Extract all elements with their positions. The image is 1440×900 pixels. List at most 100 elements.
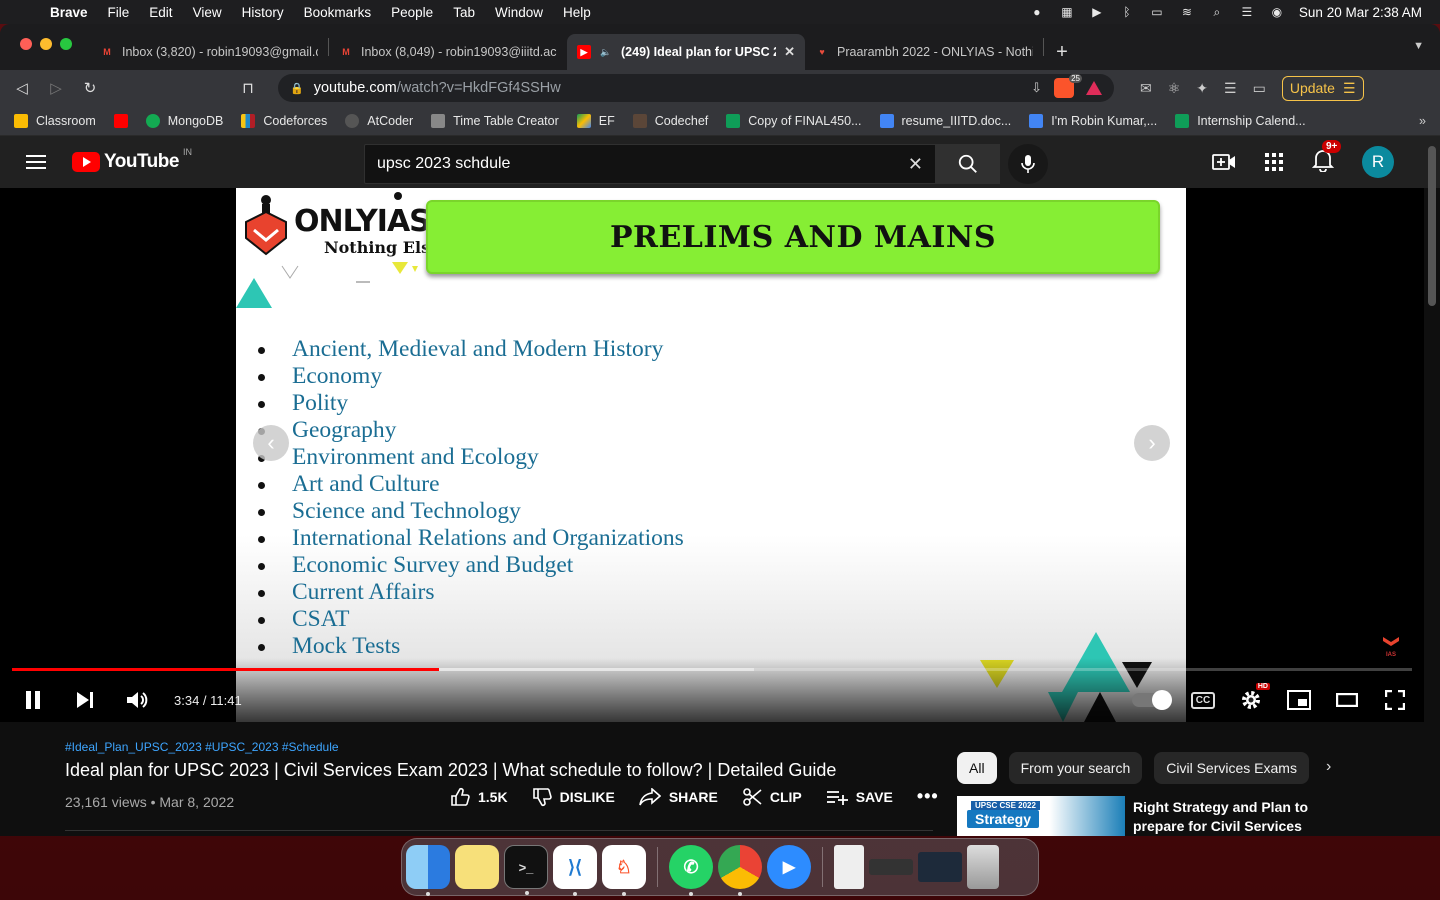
grammarly-icon[interactable]: ● bbox=[1029, 5, 1045, 19]
more-bookmarks-icon[interactable]: » bbox=[1419, 114, 1426, 128]
youtube-logo[interactable]: YouTube IN bbox=[72, 147, 192, 173]
theater-mode-button[interactable] bbox=[1334, 687, 1360, 713]
create-video-icon[interactable] bbox=[1212, 152, 1236, 172]
lock-icon[interactable]: 🔒 bbox=[290, 82, 304, 95]
bookmark-mongodb[interactable]: MongoDB bbox=[145, 113, 223, 128]
install-app-icon[interactable]: ⇩ bbox=[1031, 80, 1042, 96]
menu-help[interactable]: Help bbox=[553, 5, 601, 20]
bookmark-classroom[interactable]: Classroom bbox=[14, 113, 96, 128]
menu-view[interactable]: View bbox=[183, 5, 232, 20]
tab-gmail-personal[interactable]: M Inbox (3,820) - robin19093@gmail.c bbox=[90, 34, 328, 70]
mute-button[interactable] bbox=[124, 687, 150, 713]
tab-search-chevron-icon[interactable]: ▼ bbox=[1413, 40, 1424, 52]
miniplayer-button[interactable] bbox=[1286, 687, 1312, 713]
bookmark-final450[interactable]: Copy of FINAL450... bbox=[726, 113, 862, 128]
video-hashtags[interactable]: #Ideal_Plan_UPSC_2023 #UPSC_2023 #Schedu… bbox=[65, 740, 339, 754]
back-icon[interactable]: ◁ bbox=[12, 79, 32, 97]
menu-window[interactable]: Window bbox=[485, 5, 553, 20]
menu-edit[interactable]: Edit bbox=[139, 5, 182, 20]
search-input[interactable]: upsc 2023 schdule ✕ bbox=[364, 144, 936, 184]
reload-icon[interactable]: ↻ bbox=[80, 79, 100, 97]
save-button[interactable]: SAVE bbox=[826, 789, 893, 805]
menu-app-name[interactable]: Brave bbox=[40, 5, 98, 20]
bookmark-ef[interactable]: EF bbox=[576, 113, 615, 128]
menu-bookmarks[interactable]: Bookmarks bbox=[294, 5, 382, 20]
brave-browser-icon[interactable]: ♘ bbox=[602, 845, 646, 896]
stickies-icon[interactable] bbox=[455, 845, 499, 889]
chips-next-chevron-icon[interactable]: › bbox=[1326, 758, 1331, 776]
wifi-icon[interactable]: ≋ bbox=[1179, 5, 1195, 19]
zoom-icon[interactable]: ▶ bbox=[767, 845, 811, 889]
clear-search-icon[interactable]: ✕ bbox=[908, 154, 923, 175]
speaker-icon[interactable]: 🔈 bbox=[599, 45, 613, 59]
chip-all[interactable]: All bbox=[957, 752, 997, 784]
zoom-window-button[interactable] bbox=[60, 38, 72, 50]
chrome-icon[interactable] bbox=[718, 845, 762, 896]
media-queue-icon[interactable]: ☰ bbox=[1224, 80, 1237, 97]
notifications-button[interactable]: 9+ bbox=[1311, 139, 1342, 177]
tab-onlyias[interactable]: ♥ Praarambh 2022 - ONLYIAS - Nothi bbox=[805, 34, 1043, 70]
address-bar[interactable]: 🔒 youtube.com/watch?v=HkdFGf4SSHw ⇩ 25 bbox=[278, 74, 1114, 102]
settings-button[interactable]: HD bbox=[1238, 683, 1270, 713]
update-button[interactable]: Update ☰ bbox=[1281, 75, 1364, 101]
spotlight-search-icon[interactable]: ⌕ bbox=[1209, 5, 1225, 19]
chip-civil-services-exams[interactable]: Civil Services Exams bbox=[1154, 752, 1309, 784]
vscode-icon[interactable]: ⟩⟨ bbox=[553, 845, 597, 896]
apps-grid-icon[interactable] bbox=[1264, 152, 1284, 172]
clip-button[interactable]: CLIP bbox=[742, 787, 802, 807]
whatsapp-icon[interactable]: ✆ bbox=[669, 845, 713, 896]
share-button[interactable]: SHARE bbox=[639, 787, 718, 806]
brave-rewards-icon[interactable] bbox=[1086, 81, 1102, 95]
next-slide-chevron-icon[interactable]: › bbox=[1134, 425, 1170, 461]
finder-icon[interactable] bbox=[406, 845, 450, 896]
channel-watermark[interactable]: IAS bbox=[1382, 634, 1400, 658]
menu-clock[interactable]: Sun 20 Mar 2:38 AM bbox=[1299, 5, 1422, 20]
account-avatar[interactable]: R bbox=[1362, 146, 1394, 178]
close-window-button[interactable] bbox=[20, 38, 32, 50]
menu-file[interactable]: File bbox=[98, 5, 140, 20]
document-thumbnail-icon[interactable] bbox=[834, 845, 864, 889]
extensions-icon[interactable]: ✦ bbox=[1196, 80, 1208, 97]
recommended-video-thumbnail[interactable]: UPSC CSE 2022 Strategy bbox=[957, 796, 1125, 836]
hamburger-menu-icon[interactable] bbox=[26, 155, 46, 169]
minimize-window-button[interactable] bbox=[40, 38, 52, 50]
video-player[interactable]: ONLYIAS Nothing Else PRELIMS AND MAINS A… bbox=[0, 188, 1424, 722]
voice-search-button[interactable] bbox=[1008, 144, 1048, 184]
menu-history[interactable]: History bbox=[232, 5, 294, 20]
fullscreen-button[interactable] bbox=[1382, 687, 1408, 713]
bookmark-resume[interactable]: resume_IIITD.doc... bbox=[879, 113, 1011, 128]
bookmark-youtube[interactable] bbox=[113, 113, 128, 128]
new-tab-button[interactable]: + bbox=[1044, 34, 1080, 70]
media-play-icon[interactable]: ▶ bbox=[1089, 5, 1105, 19]
wallet-icon[interactable]: ▭ bbox=[1253, 80, 1266, 97]
brave-shields-icon[interactable]: 25 bbox=[1054, 74, 1082, 98]
bookmark-codeforces[interactable]: Codeforces bbox=[241, 113, 327, 128]
bookmark-internship[interactable]: Internship Calend... bbox=[1175, 113, 1306, 128]
bluetooth-icon[interactable]: ᛒ bbox=[1119, 5, 1135, 19]
bookmark-icon[interactable]: ⊓ bbox=[238, 79, 258, 97]
tab-youtube-active[interactable]: ▶ 🔈 (249) Ideal plan for UPSC 20 ✕ bbox=[567, 34, 805, 70]
bookmark-timetable[interactable]: Time Table Creator bbox=[431, 113, 559, 128]
progress-bar[interactable] bbox=[12, 668, 1412, 671]
menu-people[interactable]: People bbox=[381, 5, 443, 20]
battery-icon[interactable]: ▭ bbox=[1149, 5, 1165, 19]
next-video-button[interactable] bbox=[72, 687, 98, 713]
react-devtools-icon[interactable]: ⚛ bbox=[1168, 80, 1181, 97]
dislike-button[interactable]: DISLIKE bbox=[532, 787, 615, 807]
page-scrollbar[interactable] bbox=[1428, 146, 1436, 306]
bookmark-robin[interactable]: I'm Robin Kumar,... bbox=[1029, 113, 1157, 128]
forward-icon[interactable]: ▷ bbox=[46, 79, 66, 97]
close-tab-icon[interactable]: ✕ bbox=[784, 44, 795, 60]
autoplay-toggle[interactable] bbox=[1132, 690, 1172, 710]
control-center-icon[interactable]: ☰ bbox=[1239, 5, 1255, 19]
chip-from-your-search[interactable]: From your search bbox=[1008, 752, 1143, 784]
previous-slide-chevron-icon[interactable]: ‹ bbox=[253, 425, 289, 461]
menu-tab[interactable]: Tab bbox=[443, 5, 485, 20]
search-button[interactable] bbox=[936, 144, 1000, 184]
trash-icon[interactable] bbox=[967, 845, 999, 889]
terminal-icon[interactable]: >_ bbox=[504, 845, 548, 895]
window-preview-icon[interactable] bbox=[869, 859, 913, 875]
siri-icon[interactable]: ◉ bbox=[1269, 5, 1285, 19]
tab-gmail-iiitd[interactable]: M Inbox (8,049) - robin19093@iiitd.ac bbox=[329, 34, 567, 70]
subtitles-button[interactable]: CC bbox=[1190, 687, 1216, 713]
